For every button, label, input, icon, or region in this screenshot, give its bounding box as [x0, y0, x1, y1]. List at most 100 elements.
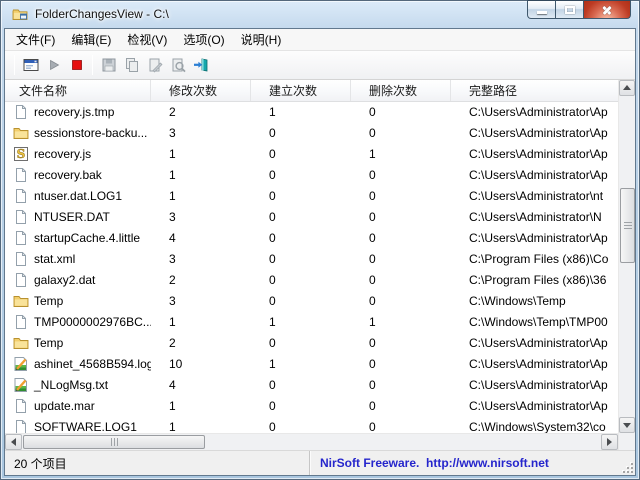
file-name-cell: S stat.xml	[5, 251, 151, 267]
nirsoft-link[interactable]: NirSoft Freeware. http://www.nirsoft.net	[320, 456, 549, 470]
full-path-cell: C:\Users\Administrator\Ap	[469, 231, 608, 246]
modified-count-cell: 1	[169, 189, 176, 204]
table-row[interactable]: S update.mar	[5, 396, 618, 417]
created-count-cell: 0	[269, 189, 276, 204]
full-path-cell: C:\Users\Administrator\Ap	[469, 168, 608, 183]
copy-icon	[125, 57, 138, 72]
table-row[interactable]: S galaxy2.dat	[5, 270, 618, 291]
file-name-cell: S update.mar	[5, 398, 151, 414]
table-row[interactable]: S recovery.js 1 0 1 C:\Users\Administrat…	[5, 144, 618, 165]
exit-button[interactable]	[189, 53, 212, 76]
file-name-cell: S _NLogMsg.txt	[5, 377, 151, 393]
modified-count-cell: 2	[169, 105, 176, 120]
deleted-count-cell: 0	[369, 273, 376, 288]
menu-file[interactable]: 文件(F)	[8, 29, 63, 51]
toolbar-separator	[14, 54, 15, 75]
modified-count-cell: 4	[169, 378, 176, 393]
exit-door-icon	[193, 58, 207, 72]
minimize-button[interactable]	[527, 0, 556, 19]
play-icon	[49, 59, 59, 71]
deleted-count-cell: 0	[369, 168, 376, 183]
deleted-count-cell: 1	[369, 147, 376, 162]
maximize-icon	[564, 5, 575, 14]
scroll-right-button[interactable]	[601, 434, 618, 450]
table-row[interactable]: S NTUSER.DAT	[5, 207, 618, 228]
modified-count-cell: 1	[169, 168, 176, 183]
vertical-scroll-thumb[interactable]	[620, 187, 635, 263]
column-header-deleted-count[interactable]: 删除次数	[351, 79, 451, 101]
full-path-cell: C:\Windows\Temp	[469, 294, 566, 309]
file-name-cell: S sessionstore-backu...	[5, 125, 151, 141]
stop-monitoring-button[interactable]	[65, 53, 88, 76]
modified-count-cell: 3	[169, 126, 176, 141]
created-count-cell: 0	[269, 126, 276, 141]
table-row[interactable]: S TMP0000002976BC...	[5, 312, 618, 333]
file-type-icon: S	[13, 104, 29, 120]
table-row[interactable]: S ashinet_4568B594.log	[5, 354, 618, 375]
maximize-button[interactable]	[556, 0, 584, 19]
table-row[interactable]: S recovery.js.tmp	[5, 102, 618, 123]
deleted-count-cell: 0	[369, 210, 376, 225]
vertical-scroll-track[interactable]	[619, 96, 635, 417]
file-name-cell: S galaxy2.dat	[5, 272, 151, 288]
save-button[interactable]	[97, 53, 120, 76]
created-count-cell: 0	[269, 231, 276, 246]
table-row[interactable]: S Temp	[5, 333, 618, 354]
menu-options[interactable]: 选项(O)	[175, 29, 232, 51]
deleted-count-cell: 0	[369, 126, 376, 141]
table-row[interactable]: S ntuser.dat.LOG1	[5, 186, 618, 207]
table-row[interactable]: S startupCache.4.little	[5, 228, 618, 249]
close-button[interactable]	[584, 0, 631, 19]
title-bar[interactable]: FolderChangesView - C:\	[1, 0, 639, 28]
scroll-left-button[interactable]	[5, 434, 22, 450]
modified-count-cell: 1	[169, 420, 176, 433]
find-button[interactable]	[166, 53, 189, 76]
table-row[interactable]: S Temp	[5, 291, 618, 312]
deleted-count-cell: 1	[369, 315, 376, 330]
horizontal-scrollbar	[5, 433, 618, 450]
copy-button[interactable]	[120, 53, 143, 76]
menu-edit[interactable]: 编辑(E)	[63, 29, 119, 51]
menu-view[interactable]: 检视(V)	[119, 29, 175, 51]
full-path-cell: C:\Users\Administrator\Ap	[469, 399, 608, 414]
table-row[interactable]: S _NLogMsg.txt	[5, 375, 618, 396]
file-name: stat.xml	[34, 252, 76, 267]
file-name: ashinet_4568B594.log	[34, 357, 151, 372]
modified-count-cell: 1	[169, 399, 176, 414]
created-count-cell: 0	[269, 252, 276, 267]
created-count-cell: 1	[269, 105, 276, 120]
scroll-up-button[interactable]	[619, 79, 635, 96]
column-header-modified-count[interactable]: 修改次数	[151, 79, 251, 101]
choose-folder-button[interactable]	[19, 53, 42, 76]
scroll-down-button[interactable]	[619, 417, 635, 433]
arrow-right-icon	[607, 438, 612, 446]
menu-help[interactable]: 说明(H)	[233, 29, 290, 51]
file-type-icon: S	[13, 230, 29, 246]
created-count-cell: 1	[269, 315, 276, 330]
full-path-cell: C:\Users\Administrator\Ap	[469, 336, 608, 351]
column-header-full-path[interactable]: 完整路径	[451, 80, 618, 101]
horizontal-scroll-track[interactable]	[22, 434, 601, 450]
created-count-cell: 0	[269, 420, 276, 433]
created-count-cell: 0	[269, 210, 276, 225]
full-path-cell: C:\Windows\System32\co	[469, 420, 606, 433]
folder-dialog-icon	[23, 58, 38, 71]
resize-grip[interactable]	[621, 461, 633, 473]
table-row[interactable]: S recovery.bak	[5, 165, 618, 186]
table-row[interactable]: S stat.xml	[5, 249, 618, 270]
file-name: _NLogMsg.txt	[34, 378, 109, 393]
horizontal-scroll-thumb[interactable]	[23, 435, 205, 449]
table-row[interactable]: S SOFTWARE.LOG1	[5, 417, 618, 433]
list-main: 文件名称 修改次数 建立次数 删除次数 完整路径 recovery.js.tmp…	[5, 79, 618, 450]
properties-button[interactable]	[143, 53, 166, 76]
properties-icon	[149, 58, 162, 73]
deleted-count-cell: 0	[369, 357, 376, 372]
toolbar	[5, 50, 635, 80]
file-name-cell: S recovery.js.tmp	[5, 104, 151, 120]
start-monitoring-button[interactable]	[42, 53, 65, 76]
modified-count-cell: 10	[169, 357, 183, 372]
table-row[interactable]: S sessionstore-backu...	[5, 123, 618, 144]
full-path-cell: C:\Users\Administrator\Ap	[469, 357, 608, 372]
column-header-filename[interactable]: 文件名称	[5, 79, 151, 101]
column-header-created-count[interactable]: 建立次数	[251, 79, 351, 101]
